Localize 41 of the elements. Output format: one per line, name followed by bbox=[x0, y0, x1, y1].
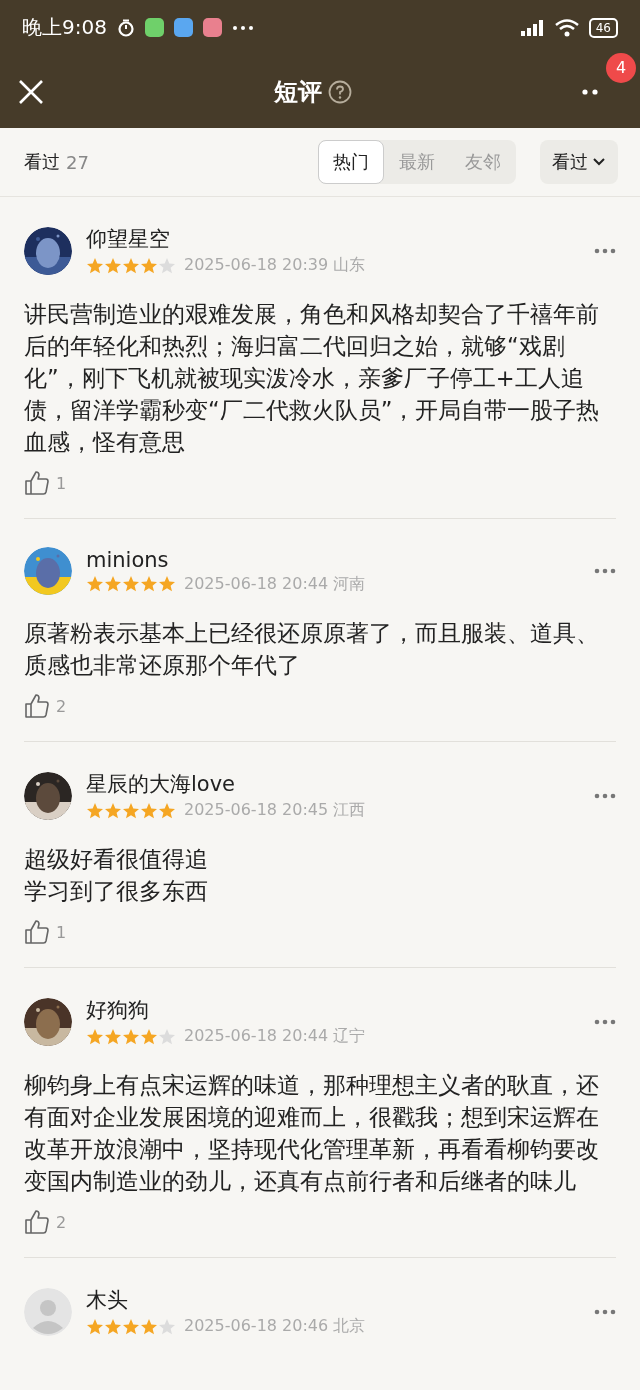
sort-tab[interactable]: 热门 bbox=[318, 140, 384, 184]
review-text: 原著粉表示基本上已经很还原原著了，而且服装、道具、质感也非常还原那个年代了 bbox=[24, 620, 599, 678]
review-meta: 2025-06-18 20:45 江西 bbox=[184, 800, 366, 821]
page-title: 短评 bbox=[274, 76, 322, 108]
thumbs-up-icon[interactable] bbox=[24, 693, 50, 719]
user-name[interactable]: 仰望星空 bbox=[86, 225, 580, 253]
like-count: 1 bbox=[56, 473, 67, 493]
battery-level: 46 bbox=[588, 17, 618, 38]
thumbs-up-icon[interactable] bbox=[24, 919, 50, 945]
timer-icon bbox=[116, 18, 135, 37]
watched-count: 27 bbox=[66, 151, 89, 173]
chevron-down-icon bbox=[592, 157, 606, 167]
cup-app-icon bbox=[202, 18, 222, 37]
review-text: 学习到了很多东西 bbox=[24, 878, 208, 904]
review-meta: 2025-06-18 20:46 北京 bbox=[184, 1316, 366, 1337]
signal-icon bbox=[520, 19, 545, 36]
close-icon[interactable] bbox=[18, 78, 44, 105]
review-text: 柳钧身上有点宋运辉的味道，那种理想主义者的耿直，还有面对企业发展困境的迎难而上，很戳我；想到宋运辉在改革开放浪潮中，坚持现代化管理革新，再看看柳钧要改变国内制造业的劲儿，还真有点前行者和后继者的味儿 bbox=[24, 1072, 599, 1194]
user-name[interactable]: 好狗狗 bbox=[86, 996, 580, 1024]
thumbs-up-icon[interactable] bbox=[24, 470, 50, 496]
user-name[interactable]: minions bbox=[86, 547, 580, 572]
review-text: 超级好看很值得追 bbox=[24, 846, 208, 872]
filter-dropdown[interactable]: 看过 bbox=[540, 140, 618, 184]
review-meta: 2025-06-18 20:44 河南 bbox=[184, 573, 366, 595]
chat-app-icon bbox=[144, 18, 164, 37]
wifi-icon bbox=[554, 18, 579, 37]
user-name[interactable]: 星辰的大海love bbox=[86, 770, 580, 798]
user-name[interactable]: 木头 bbox=[86, 1286, 580, 1314]
review-text: 讲民营制造业的艰难发展，角色和风格却契合了千禧年前后的年轻化和热烈；海归富二代回归之始，就够“戏剧化”，刚下飞机就被现实泼冷水，亲爹厂子停工+工人追债，留洋学霸秒变“厂二代救火队员”，开局自带一股子热血感，怪有意思 bbox=[24, 301, 600, 455]
like-count: 1 bbox=[56, 922, 67, 942]
help-icon[interactable] bbox=[328, 79, 352, 104]
more-notifications-icon bbox=[231, 24, 254, 31]
bag-app-icon bbox=[173, 18, 193, 37]
like-count: 2 bbox=[56, 1212, 67, 1232]
thumbs-up-icon[interactable] bbox=[24, 1209, 50, 1235]
notification-badge: 4 bbox=[606, 52, 636, 83]
watched-label: 看过 bbox=[24, 150, 60, 174]
status-time: 晚上9:08 bbox=[22, 14, 107, 41]
review-meta: 2025-06-18 20:39 山东 bbox=[184, 255, 366, 276]
like-count: 2 bbox=[56, 696, 67, 716]
review-meta: 2025-06-18 20:44 辽宁 bbox=[184, 1026, 366, 1047]
